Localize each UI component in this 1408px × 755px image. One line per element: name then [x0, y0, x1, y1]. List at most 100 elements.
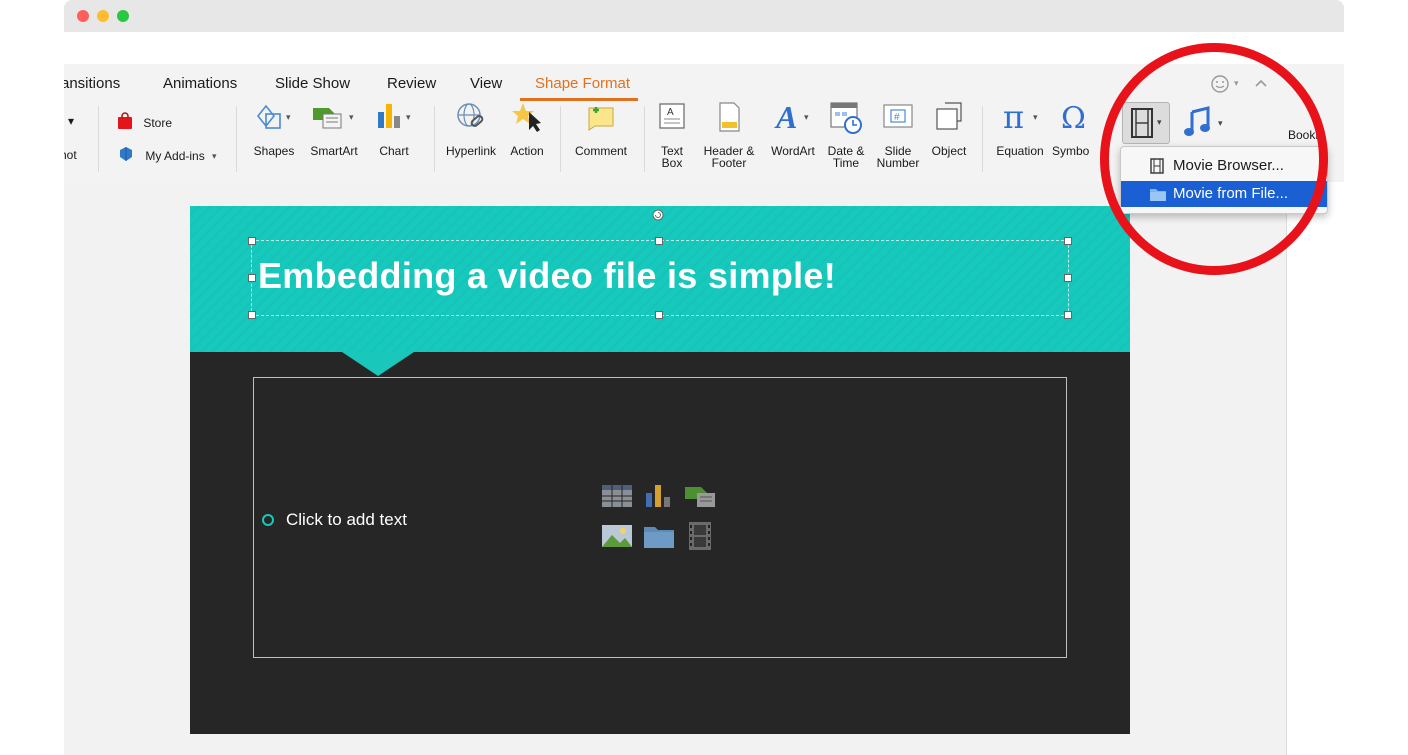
resize-handle[interactable] — [1064, 237, 1072, 245]
ribbon-separator — [98, 106, 99, 172]
resize-handle[interactable] — [1064, 274, 1072, 282]
svg-text:▾: ▾ — [804, 112, 809, 122]
store-label: Store — [143, 115, 173, 130]
title-bar — [64, 0, 1344, 32]
svg-text:A: A — [774, 100, 797, 134]
resize-handle[interactable] — [655, 237, 663, 245]
store-button[interactable]: Store — [116, 112, 172, 133]
insert-smartart-icon[interactable] — [683, 481, 715, 511]
tab-slide-show[interactable]: Slide Show — [275, 75, 350, 92]
insert-table-icon[interactable] — [601, 481, 633, 511]
store-bag-icon — [116, 112, 134, 133]
text-box-button[interactable]: A Text Box — [652, 100, 692, 169]
tab-review[interactable]: Review — [387, 75, 436, 92]
header-footer-icon — [698, 100, 760, 139]
bar-chart-icon: ▾ — [370, 100, 418, 139]
slide-number-button[interactable]: # Slide Number — [872, 100, 924, 169]
svg-text:A: A — [667, 107, 674, 118]
slide: Embedding a video file is simple! Click … — [190, 206, 1130, 734]
tab-transitions[interactable]: ransitions — [64, 75, 120, 92]
svg-text:▾: ▾ — [349, 112, 354, 122]
insert-chart-icon[interactable] — [643, 481, 675, 511]
date-time-button[interactable]: Date & Time — [822, 100, 870, 169]
smartart-button[interactable]: ▾ SmartArt — [304, 100, 364, 157]
wordart-label: WordArt — [771, 144, 815, 158]
header-footer-button[interactable]: Header & Footer — [698, 100, 760, 169]
resize-handle[interactable] — [248, 237, 256, 245]
comment-icon — [568, 100, 634, 139]
svg-text:▾: ▾ — [286, 112, 291, 122]
date-time-label-2: Time — [832, 156, 860, 170]
symbol-label: Symbo — [1052, 144, 1090, 158]
tab-shape-format[interactable]: Shape Format — [535, 75, 630, 92]
chart-label: Chart — [379, 144, 409, 158]
text-box-label-2: Box — [661, 156, 683, 170]
action-star-icon — [504, 100, 550, 139]
content-placeholder[interactable]: Click to add text — [253, 377, 1067, 658]
ribbon-separator — [236, 106, 237, 172]
symbol-button[interactable]: Ω Symbo — [1052, 100, 1094, 157]
partial-dropdown-caret[interactable]: ▾ — [68, 114, 74, 128]
bullet-circle-icon — [262, 514, 274, 526]
object-label: Object — [931, 144, 967, 158]
comment-button[interactable]: Comment — [568, 100, 634, 157]
close-window-button[interactable] — [77, 10, 89, 22]
calendar-clock-icon — [822, 100, 870, 141]
text-box-icon: A — [652, 100, 692, 139]
slide-number-label-2: Number — [876, 156, 920, 170]
tab-animations[interactable]: Animations — [163, 75, 237, 92]
insert-video-icon[interactable] — [687, 521, 719, 551]
insert-picture-icon[interactable] — [601, 521, 633, 551]
equation-button[interactable]: π ▾ Equation — [990, 98, 1050, 158]
resize-handle[interactable] — [248, 274, 256, 282]
resize-handle[interactable] — [655, 311, 663, 319]
equation-label: Equation — [996, 144, 1044, 158]
svg-text:Ω: Ω — [1061, 101, 1086, 134]
toolbar-gap — [64, 32, 1344, 64]
object-icon — [926, 100, 972, 139]
ribbon-separator — [982, 106, 983, 172]
bullet-item[interactable]: Click to add text — [262, 510, 407, 530]
insert-file-folder-icon[interactable] — [643, 521, 675, 551]
wordart-icon: A ▾ — [764, 99, 822, 139]
resize-handle[interactable] — [248, 311, 256, 319]
object-button[interactable]: Object — [926, 100, 972, 157]
svg-text:π: π — [1003, 100, 1024, 134]
ribbon-separator — [644, 106, 645, 172]
slide-title[interactable]: Embedding a video file is simple! — [258, 255, 836, 297]
svg-text:#: # — [894, 112, 900, 123]
partial-screenshot-label[interactable]: hot — [64, 148, 77, 162]
ribbon-separator — [434, 106, 435, 172]
minimize-window-button[interactable] — [97, 10, 109, 22]
resize-handle[interactable] — [1064, 311, 1072, 319]
title-band-notch — [342, 352, 414, 376]
shapes-icon: ▾ — [250, 100, 298, 139]
hyperlink-button[interactable]: Hyperlink — [442, 100, 500, 157]
chart-button[interactable]: ▾ Chart — [370, 100, 418, 157]
header-footer-label-2: Footer — [711, 156, 747, 170]
ribbon-separator — [560, 106, 561, 172]
action-button[interactable]: Action — [504, 100, 550, 157]
shapes-button[interactable]: ▾ Shapes — [250, 100, 298, 157]
smartart-label: SmartArt — [310, 144, 358, 158]
slide-number-icon: # — [872, 100, 924, 139]
my-addins-label: My Add-ins — [145, 148, 205, 163]
zoom-window-button[interactable] — [117, 10, 129, 22]
addins-puzzle-icon — [116, 144, 136, 167]
comment-label: Comment — [574, 144, 627, 158]
smartart-icon: ▾ — [304, 100, 364, 139]
title-placeholder[interactable]: Embedding a video file is simple! — [248, 237, 1072, 319]
svg-text:▾: ▾ — [1033, 112, 1038, 122]
action-label: Action — [510, 144, 544, 158]
tab-view[interactable]: View — [470, 75, 502, 92]
insert-content-icons — [601, 481, 721, 561]
shapes-label: Shapes — [253, 144, 295, 158]
slide-canvas: Embedding a video file is simple! Click … — [64, 182, 1286, 755]
wordart-button[interactable]: A ▾ WordArt — [764, 99, 822, 158]
my-addins-button[interactable]: My Add-ins ▾ — [116, 144, 217, 167]
pi-equation-icon: π ▾ — [990, 98, 1050, 139]
bullet-text: Click to add text — [286, 510, 407, 529]
rotate-handle-icon[interactable] — [652, 208, 664, 221]
omega-symbol-icon: Ω — [1052, 100, 1094, 139]
hyperlink-label: Hyperlink — [445, 144, 496, 158]
